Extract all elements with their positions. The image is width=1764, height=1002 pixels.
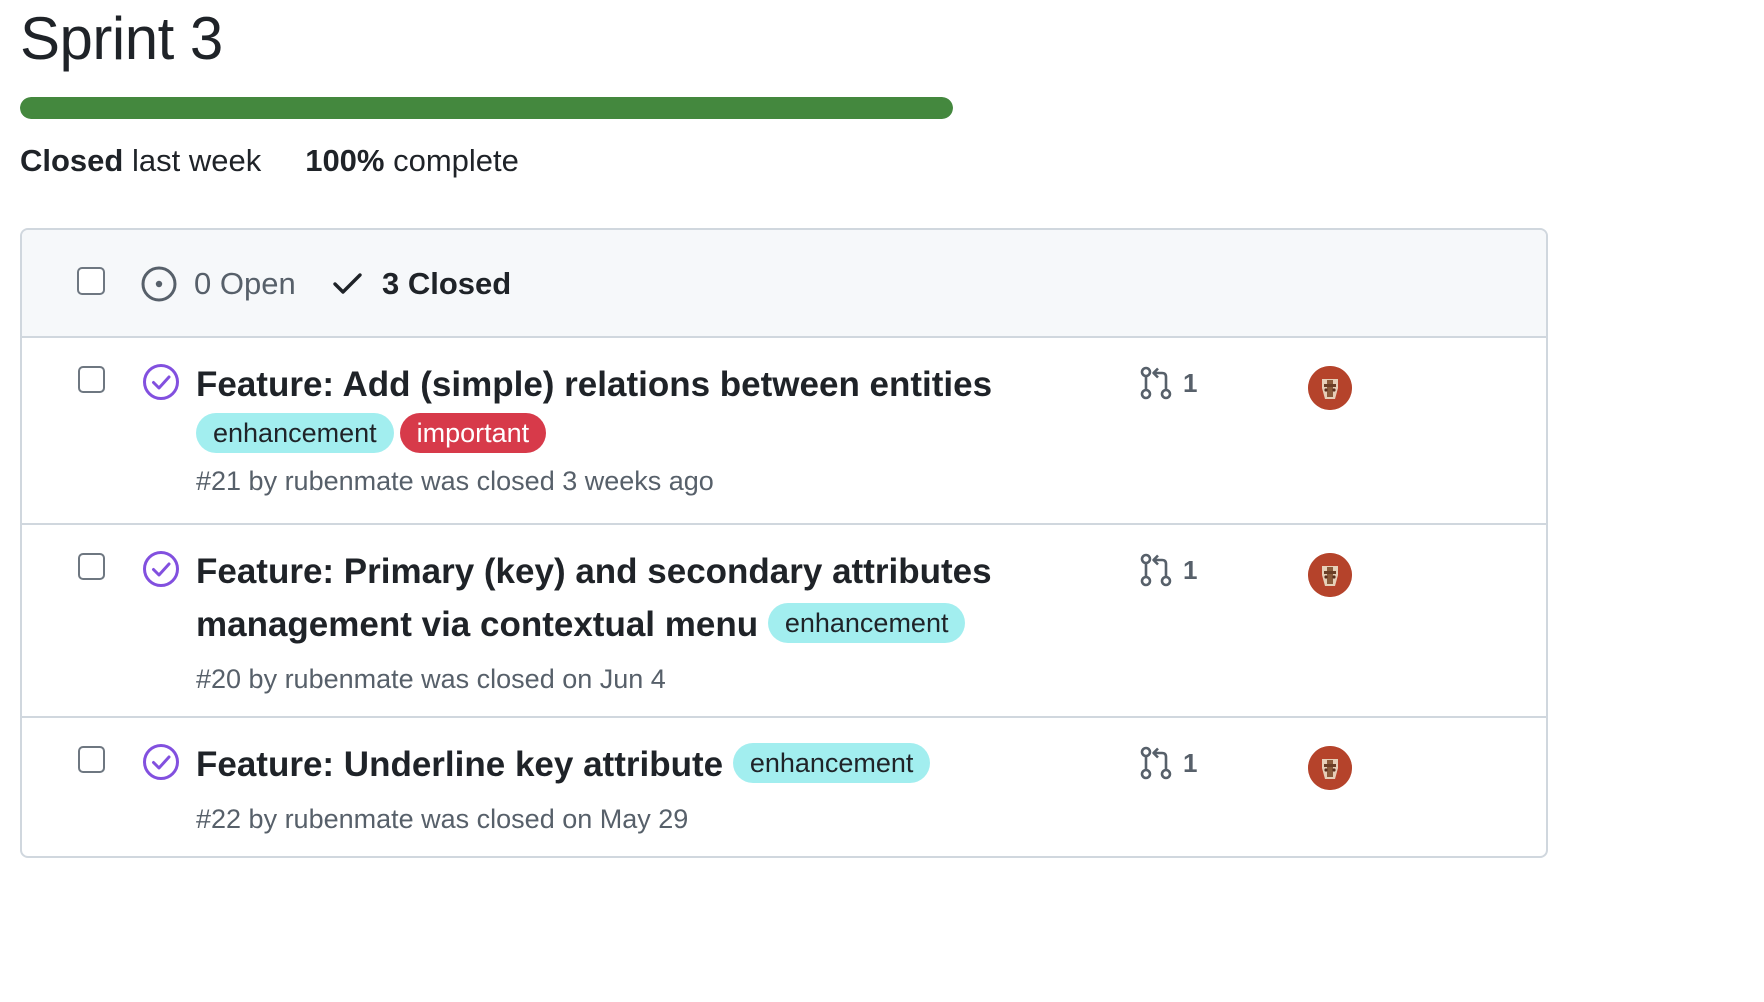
closed-filter-tab[interactable]: 3 Closed: [382, 264, 511, 304]
issue-meta: #20 by rubenmate was closed on Jun 4: [196, 664, 666, 694]
linked-pull-requests[interactable]: 1: [1139, 746, 1197, 780]
progress-fill: [20, 97, 953, 119]
user-avatar[interactable]: [1308, 553, 1352, 597]
issue-meta: #22 by rubenmate was closed on May 29: [196, 804, 689, 834]
linked-pr-count: 1: [1183, 554, 1198, 585]
avatar-image-icon: [1308, 746, 1352, 790]
status-rest: last week: [123, 143, 262, 178]
complete-rest: complete: [384, 143, 519, 178]
milestone-progress-bar: [20, 97, 953, 119]
issue-row[interactable]: Feature: Underline key attribute enhance…: [22, 718, 1546, 856]
issue-checkbox[interactable]: [78, 553, 105, 580]
issue-row[interactable]: Feature: Add (simple) relations between …: [22, 338, 1546, 525]
issue-meta: #21 by rubenmate was closed 3 weeks ago: [196, 466, 714, 496]
issue-checkbox[interactable]: [78, 746, 105, 773]
git-pull-request-icon: [1140, 746, 1172, 780]
issue-title[interactable]: Feature: Underline key attribute: [196, 745, 723, 784]
issue-content: Feature: Add (simple) relations between …: [196, 358, 1036, 499]
issue-row[interactable]: Feature: Primary (key) and secondary att…: [22, 525, 1546, 718]
user-avatar[interactable]: [1308, 746, 1352, 790]
circle-dot-icon: [141, 266, 177, 302]
issue-content: Feature: Underline key attribute enhance…: [196, 738, 1036, 837]
issue-content: Feature: Primary (key) and secondary att…: [196, 545, 1036, 697]
issue-title-line: Feature: Underline key attribute enhance…: [196, 738, 1036, 791]
issue-closed-icon: [143, 744, 179, 780]
issue-title-line: Feature: Primary (key) and secondary att…: [196, 545, 1036, 651]
open-filter-tab[interactable]: 0 Open: [194, 264, 296, 304]
label-badge[interactable]: important: [399, 413, 547, 453]
milestone-meta: Closed last week 100% complete: [20, 140, 519, 182]
avatar-image-icon: [1308, 553, 1352, 597]
label-badge[interactable]: enhancement: [732, 743, 931, 783]
label-row: enhancement important: [196, 413, 1036, 453]
check-icon: [333, 273, 362, 294]
page-title: Sprint 3: [20, 5, 223, 72]
label-badge[interactable]: enhancement: [767, 603, 966, 643]
linked-pull-requests[interactable]: 1: [1139, 366, 1197, 400]
git-pull-request-icon: [1140, 553, 1172, 587]
issues-list: 0 Open 3 Closed Feature: Add (simple) re…: [20, 228, 1548, 858]
issues-list-header: 0 Open 3 Closed: [22, 230, 1546, 338]
milestone-complete: 100% complete: [305, 140, 519, 182]
user-avatar[interactable]: [1308, 366, 1352, 410]
linked-pr-count: 1: [1183, 747, 1198, 778]
select-all-checkbox[interactable]: [77, 267, 105, 295]
git-pull-request-icon: [1140, 366, 1172, 400]
avatar-image-icon: [1308, 366, 1352, 410]
complete-percent: 100%: [305, 143, 385, 178]
issue-checkbox[interactable]: [78, 366, 105, 393]
status-strong: Closed: [20, 143, 124, 178]
milestone-status: Closed last week: [20, 140, 261, 182]
linked-pr-count: 1: [1183, 367, 1198, 398]
issue-closed-icon: [143, 551, 179, 587]
issue-title[interactable]: Feature: Add (simple) relations between …: [196, 358, 1036, 411]
label-badge[interactable]: enhancement: [196, 413, 394, 453]
issue-closed-icon: [143, 364, 179, 400]
linked-pull-requests[interactable]: 1: [1139, 553, 1197, 587]
